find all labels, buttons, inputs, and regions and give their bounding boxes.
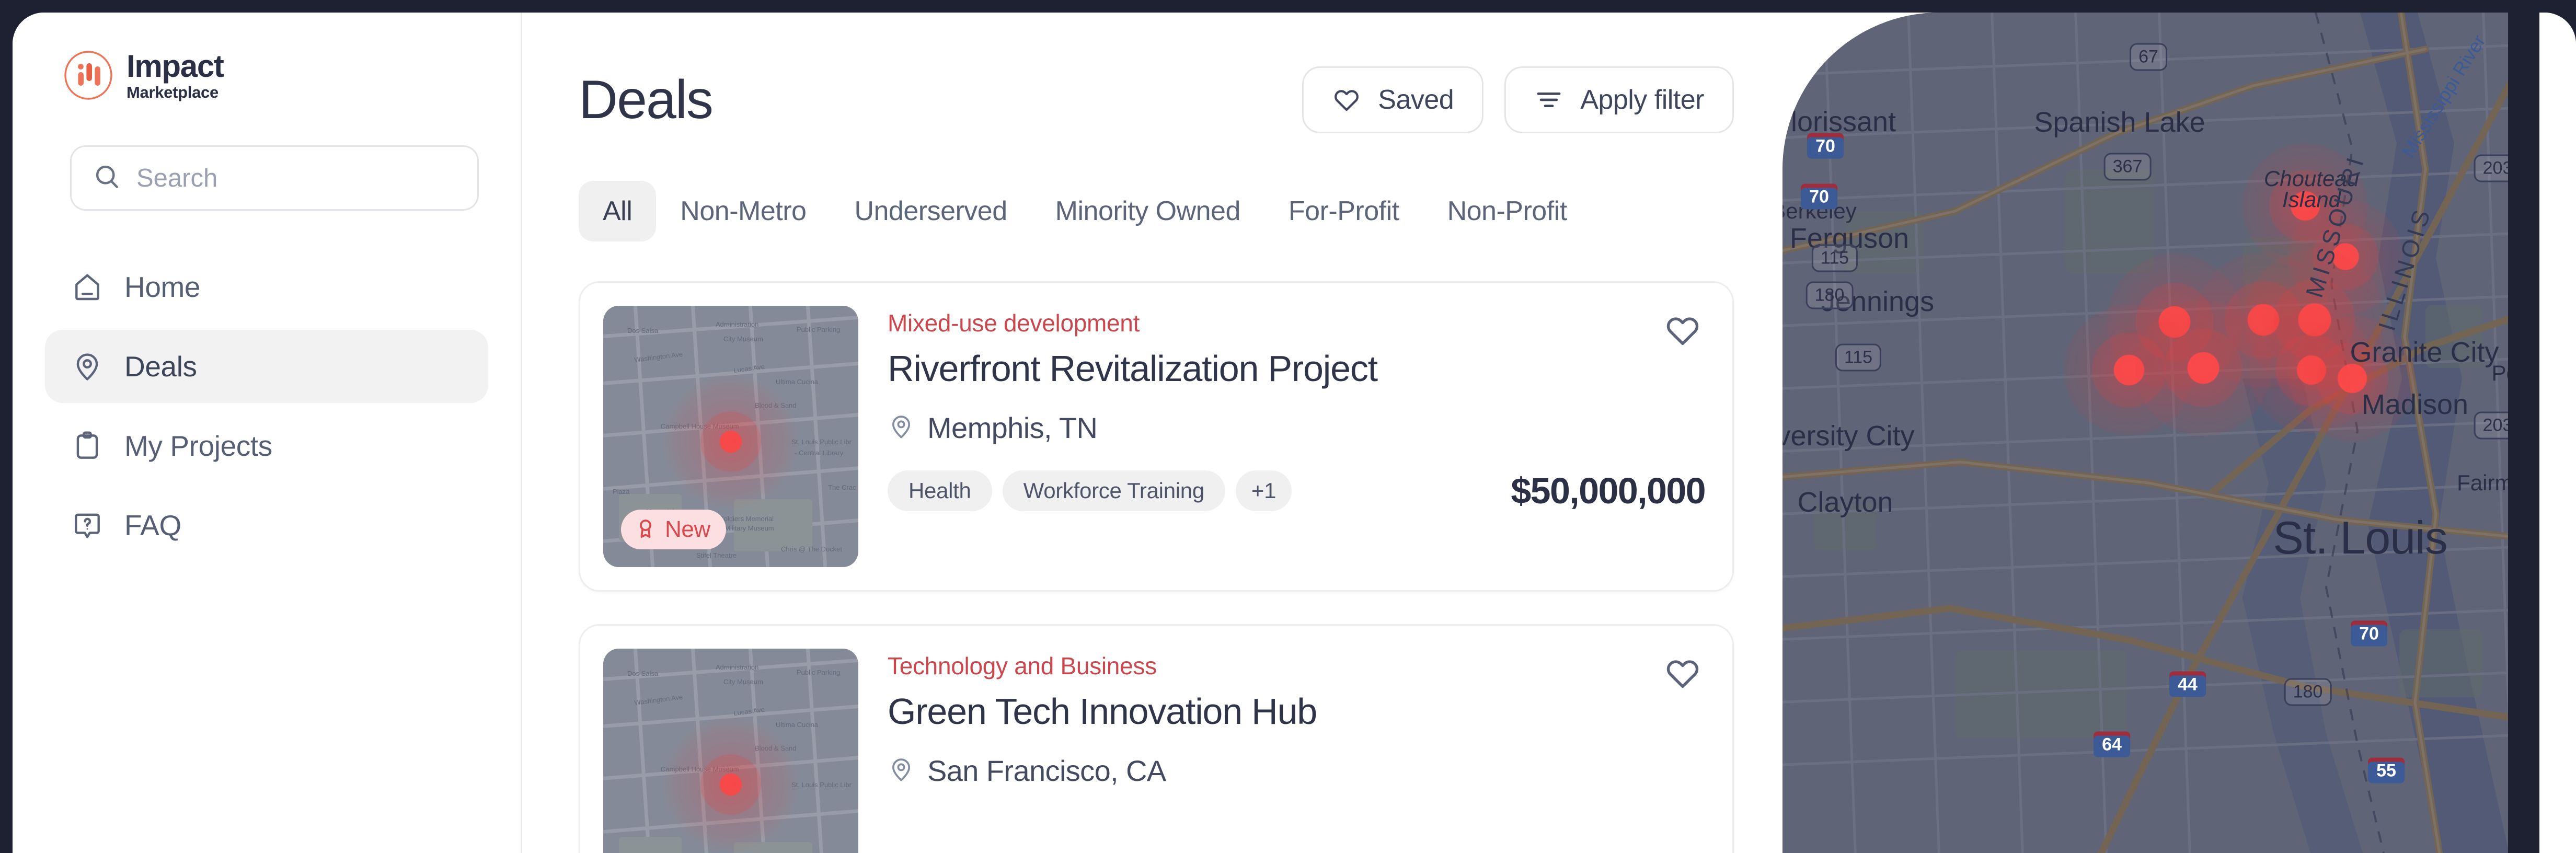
deal-thumbnail[interactable]: Dos Salsa Administration City Museum Pub… xyxy=(603,306,858,567)
new-badge-label: New xyxy=(665,516,710,542)
thumbnail-marker-icon xyxy=(663,717,799,852)
deal-list: Dos Salsa Administration City Museum Pub… xyxy=(579,281,1734,853)
sidebar: Impact Marketplace Search Home Deals My … xyxy=(13,13,522,853)
deal-thumbnail[interactable]: Dos Salsa Administration City Museum Pub… xyxy=(603,649,858,853)
deal-footer: Health Workforce Training +1 $50,000,000 xyxy=(888,470,1709,512)
award-medal-icon xyxy=(635,517,657,542)
tab-label: Underserved xyxy=(854,196,1007,226)
brand-logo[interactable]: Impact Marketplace xyxy=(13,44,521,107)
tab-label: Non-Metro xyxy=(680,196,807,226)
favorite-button[interactable] xyxy=(1662,654,1703,695)
saved-button-label: Saved xyxy=(1378,85,1454,115)
route-shield-i44: 44 xyxy=(2169,671,2206,697)
brand-title: Impact xyxy=(126,48,224,84)
route-shield-us367: 367 xyxy=(2103,153,2152,181)
route-shield-i70: 70 xyxy=(1807,133,1844,159)
deal-location-text: San Francisco, CA xyxy=(927,754,1166,787)
sidebar-item-home[interactable]: Home xyxy=(45,250,488,324)
tab-label: Non-Profit xyxy=(1447,196,1568,226)
deal-title: Green Tech Innovation Hub xyxy=(888,691,1317,732)
route-shield-180a: 180 xyxy=(1806,281,1854,309)
route-shield-i70b: 70 xyxy=(1801,183,1837,210)
tab-label: Minority Owned xyxy=(1055,196,1241,226)
brand-subtitle: Marketplace xyxy=(126,83,218,102)
saved-button[interactable]: Saved xyxy=(1302,66,1484,133)
heart-icon xyxy=(1663,654,1702,695)
deal-body: Technology and Business Green Tech Innov… xyxy=(888,649,1709,853)
tab-non-metro[interactable]: Non-Metro xyxy=(656,181,830,241)
new-badge: New xyxy=(621,510,726,549)
tab-minority-owned[interactable]: Minority Owned xyxy=(1031,181,1264,241)
sidebar-item-label: Deals xyxy=(124,350,197,383)
heart-icon xyxy=(1332,85,1361,114)
search-icon xyxy=(93,162,122,194)
route-shield-us67: 67 xyxy=(2130,43,2167,71)
heart-icon xyxy=(1663,311,1702,352)
deal-card[interactable]: Dos Salsa Administration City Museum Pub… xyxy=(579,281,1734,592)
deal-tag: Health xyxy=(888,470,992,511)
question-icon xyxy=(71,509,104,541)
impact-logo-icon xyxy=(64,51,113,100)
map-panel[interactable]: Florissant Spanish Lake Berkeley Ferguso… xyxy=(1782,13,2539,853)
thumbnail-marker-icon xyxy=(663,374,799,510)
header-actions: Saved Apply filter xyxy=(1302,66,1734,133)
deal-tag-overflow: +1 xyxy=(1235,470,1292,511)
tab-for-profit[interactable]: For-Profit xyxy=(1264,181,1423,241)
sidebar-item-my-projects[interactable]: My Projects xyxy=(45,409,488,482)
deal-title: Riverfront Revitalization Project xyxy=(888,348,1378,389)
deal-body: Mixed-use development Riverfront Revital… xyxy=(888,306,1709,567)
deal-location: Memphis, TN xyxy=(888,411,1709,445)
sidebar-item-label: My Projects xyxy=(124,430,272,462)
deal-tag: Workforce Training xyxy=(1002,470,1225,511)
map-right-edge xyxy=(2508,13,2539,853)
deal-price: $50,000,000 xyxy=(1511,470,1706,511)
clipboard-icon xyxy=(71,430,104,462)
deal-location: San Francisco, CA xyxy=(888,754,1709,788)
location-pin-icon xyxy=(888,756,915,786)
tab-underserved[interactable]: Underserved xyxy=(830,181,1031,241)
route-shield-i55: 55 xyxy=(2368,757,2405,783)
sidebar-nav: Home Deals My Projects FAQ xyxy=(13,250,521,562)
tab-label: All xyxy=(603,196,632,226)
filter-tabs: All Non-Metro Underserved Minority Owned… xyxy=(579,181,1735,241)
deal-location-text: Memphis, TN xyxy=(927,411,1098,444)
tab-all[interactable]: All xyxy=(579,181,657,241)
deal-category: Mixed-use development xyxy=(888,309,1140,337)
route-shield-i64: 64 xyxy=(2094,731,2130,757)
route-shield-115b: 115 xyxy=(1835,343,1882,372)
sidebar-item-faq[interactable]: FAQ xyxy=(45,489,488,562)
deal-tags: Health Workforce Training +1 xyxy=(888,470,1511,511)
map-marker[interactable] xyxy=(2290,316,2415,441)
tab-label: For-Profit xyxy=(1288,196,1399,226)
sidebar-item-label: FAQ xyxy=(124,509,181,541)
search-input[interactable] xyxy=(136,163,456,193)
sidebar-item-label: Home xyxy=(124,271,201,303)
screen-root: Impact Marketplace Search Home Deals My … xyxy=(0,0,2576,853)
tab-non-profit[interactable]: Non-Profit xyxy=(1423,181,1591,241)
location-pin-icon xyxy=(888,413,915,443)
home-icon xyxy=(71,271,104,303)
apply-filter-button-label: Apply filter xyxy=(1580,85,1704,115)
route-shield-180b: 180 xyxy=(2284,678,2332,706)
apply-filter-button[interactable]: Apply filter xyxy=(1504,66,1734,133)
page-title: Deals xyxy=(579,70,714,130)
deal-card[interactable]: Dos Salsa Administration City Museum Pub… xyxy=(579,624,1734,853)
favorite-button[interactable] xyxy=(1662,311,1703,352)
map-pin-icon xyxy=(71,350,104,383)
route-shield-115a: 115 xyxy=(1811,244,1858,272)
route-shield-i70c: 70 xyxy=(2351,620,2387,647)
map-dark-overlay xyxy=(1782,13,2539,853)
search-box[interactable] xyxy=(70,145,479,211)
content-header: Deals Saved Apply filter xyxy=(579,61,1734,139)
sidebar-item-deals[interactable]: Deals xyxy=(45,330,488,403)
filter-lines-icon xyxy=(1534,85,1563,114)
deal-category: Technology and Business xyxy=(888,652,1157,679)
